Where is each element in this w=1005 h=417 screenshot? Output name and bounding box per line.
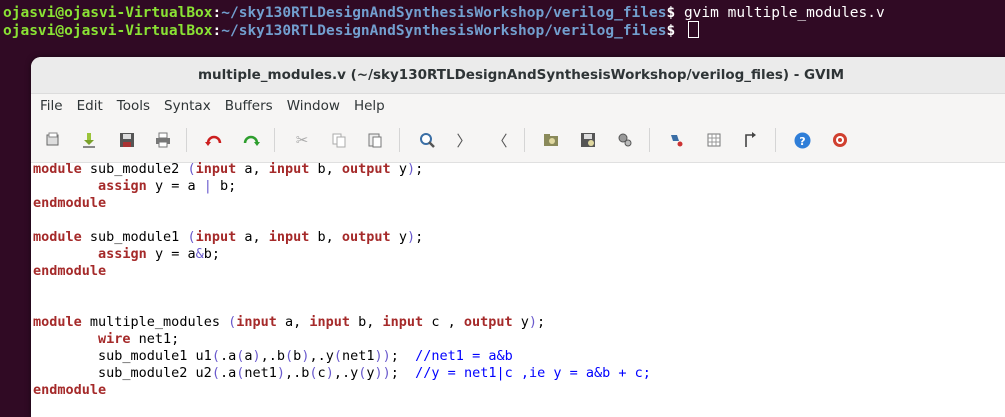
toolbar: ✂ 〉 〈 ? (31, 118, 1005, 163)
find-replace-icon[interactable] (417, 131, 437, 149)
code-line[interactable]: ​ (33, 297, 651, 314)
code-text[interactable]: module sub_module2 (input a, input b, ou… (33, 161, 651, 399)
toolbar-separator (399, 128, 400, 152)
code-line[interactable]: ​ (33, 280, 651, 297)
code-line[interactable]: wire net1; (33, 331, 651, 348)
code-line[interactable]: endmodule (33, 263, 651, 280)
prompt-separator: : (212, 5, 222, 21)
menu-file[interactable]: File (33, 98, 70, 114)
save-down-icon[interactable] (79, 131, 99, 149)
cut-icon[interactable]: ✂ (292, 131, 312, 149)
code-line[interactable]: ​ (33, 212, 651, 229)
code-line[interactable]: assign y = a | b; (33, 178, 651, 195)
code-line[interactable]: endmodule (33, 382, 651, 399)
toolbar-separator (274, 128, 275, 152)
save-session-icon[interactable] (578, 131, 598, 149)
terminal-line-1: ojasvi@ojasvi-VirtualBox:~/sky130RTLDesi… (3, 3, 885, 23)
undo-icon[interactable] (204, 131, 224, 149)
menu-bar: File Edit Tools Syntax Buffers Window He… (31, 94, 1005, 118)
code-line[interactable]: endmodule (33, 195, 651, 212)
help-icon[interactable]: ? (792, 131, 812, 149)
menu-help[interactable]: Help (347, 98, 392, 114)
terminal-cursor (687, 21, 699, 38)
prompt-user: ojasvi@ojasvi-VirtualBox (3, 23, 213, 39)
code-line[interactable]: module multiple_modules (input a, input … (33, 314, 651, 331)
prompt-dollar: $ (666, 5, 684, 21)
menu-buffers[interactable]: Buffers (218, 98, 280, 114)
menu-syntax[interactable]: Syntax (157, 98, 218, 114)
code-line[interactable]: module sub_module1 (input a, input b, ou… (33, 229, 651, 246)
toolbar-separator (649, 128, 650, 152)
toolbar-separator (775, 128, 776, 152)
code-line[interactable]: sub_module2 u2(.a(net1),.b(c),.y(y)); //… (33, 365, 651, 382)
copy-icon[interactable] (329, 131, 349, 149)
run-script-icon[interactable] (615, 131, 635, 149)
menu-tools[interactable]: Tools (110, 98, 157, 114)
terminal-command: gvim multiple_modules.v (683, 5, 885, 21)
shell-icon[interactable] (704, 131, 724, 149)
terminal-line-2[interactable]: ojasvi@ojasvi-VirtualBox:~/sky130RTLDesi… (3, 21, 699, 41)
code-line[interactable]: assign y = a&b; (33, 246, 651, 263)
load-session-icon[interactable] (541, 131, 561, 149)
prompt-separator: : (212, 23, 222, 39)
terminal: ojasvi@ojasvi-VirtualBox:~/sky130RTLDesi… (0, 0, 1005, 60)
toolbar-separator (524, 128, 525, 152)
editor-area[interactable]: module sub_module2 (input a, input b, ou… (31, 161, 1005, 417)
make-icon[interactable] (666, 131, 686, 149)
find-prev-icon[interactable]: 〈 (490, 131, 510, 150)
menu-edit[interactable]: Edit (70, 98, 110, 114)
code-line[interactable]: sub_module1 u1(.a(a),.b(b),.y(net1)); //… (33, 348, 651, 365)
print-icon[interactable] (153, 131, 173, 149)
open-icon[interactable] (43, 131, 63, 149)
prompt-path: ~/sky130RTLDesignAndSynthesisWorkshop/ve… (221, 5, 667, 21)
prompt-user: ojasvi@ojasvi-VirtualBox (3, 5, 213, 21)
prompt-dollar: $ (666, 23, 684, 39)
svg-text:?: ? (799, 135, 805, 148)
toolbar-separator (186, 128, 187, 152)
window-title: multiple_modules.v (~/sky130RTLDesignAnd… (31, 57, 1005, 94)
code-line[interactable]: module sub_module2 (input a, input b, ou… (33, 161, 651, 178)
menu-window[interactable]: Window (280, 98, 347, 114)
find-next-icon[interactable]: 〉 (454, 131, 474, 150)
save-icon[interactable] (117, 131, 137, 149)
redo-icon[interactable] (241, 131, 261, 149)
ctags-jump-icon[interactable] (740, 131, 760, 149)
gvim-window: multiple_modules.v (~/sky130RTLDesignAnd… (31, 57, 1005, 417)
paste-icon[interactable] (365, 131, 385, 149)
prompt-path: ~/sky130RTLDesignAndSynthesisWorkshop/ve… (221, 23, 667, 39)
find-help-icon[interactable] (830, 131, 850, 149)
